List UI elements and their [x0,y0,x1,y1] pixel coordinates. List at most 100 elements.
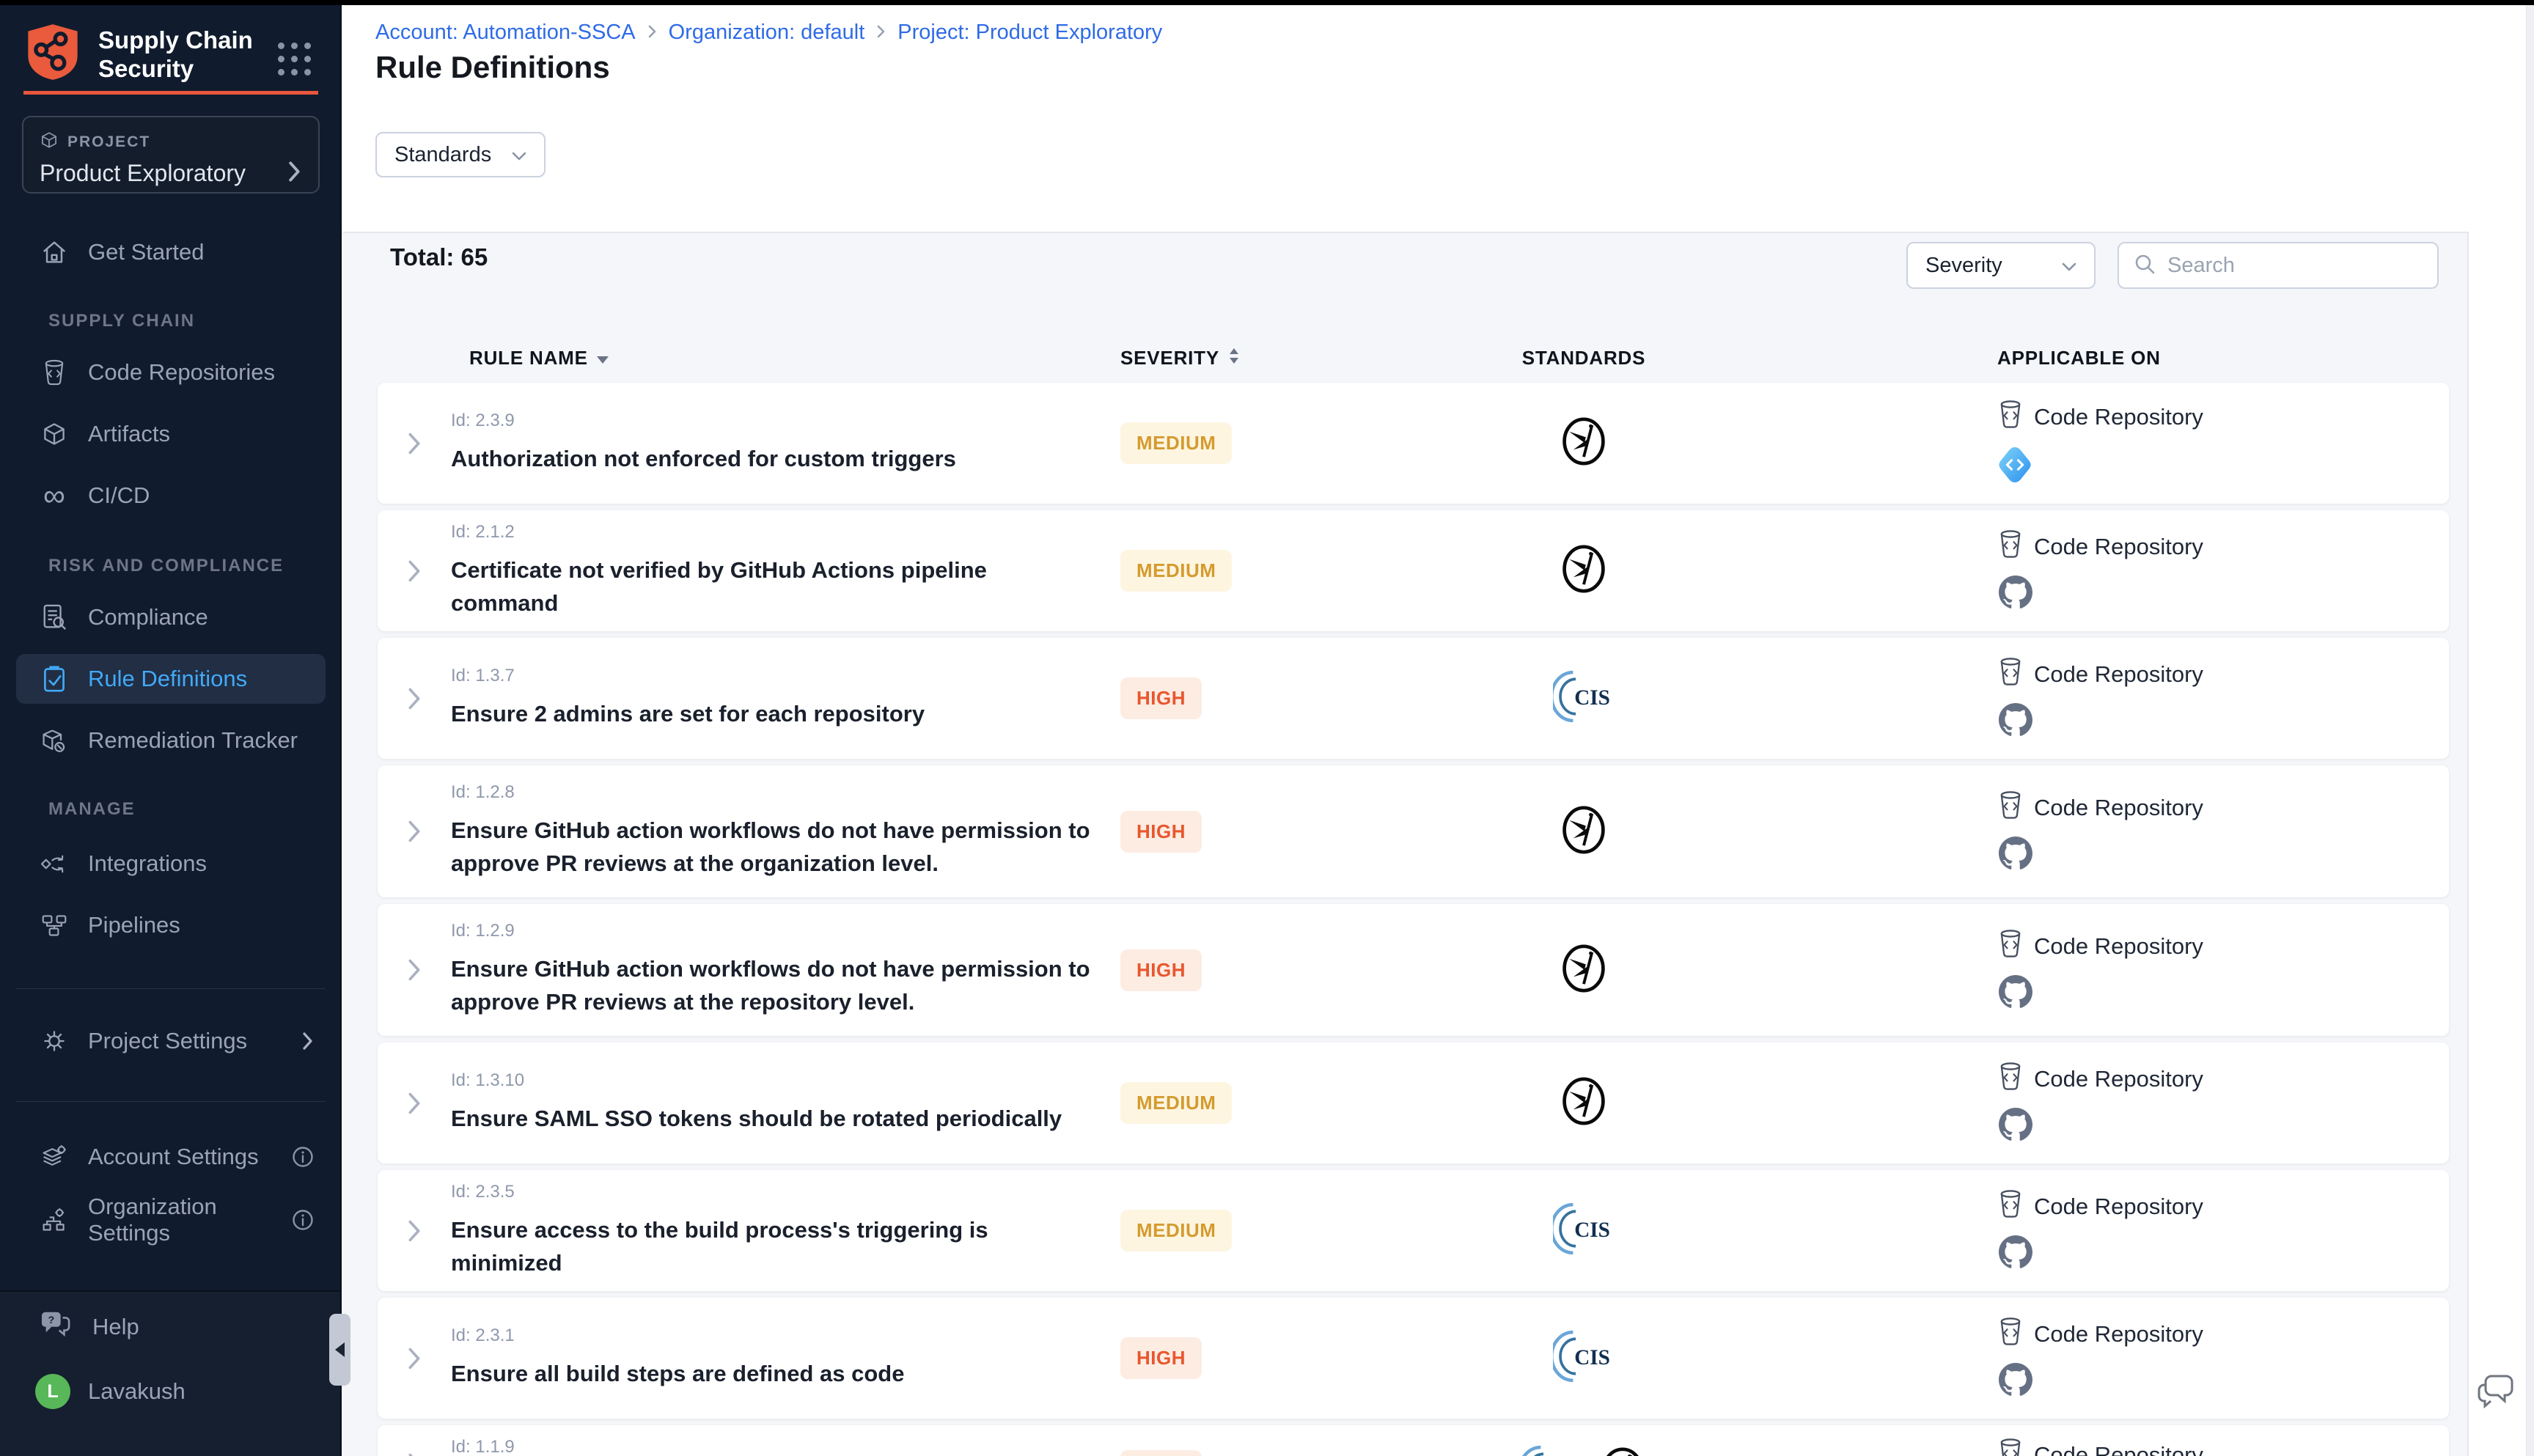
sidebar-item-rule-definitions[interactable]: Rule Definitions [16,654,326,704]
sidebar-item-label: Code Repositories [88,359,275,386]
code-repository-icon [1997,656,2024,693]
rule-name: Ensure SAML SSO tokens should be rotated… [451,1103,1098,1136]
severity-badge: HIGH [1120,1450,1202,1456]
sidebar-item-project-settings[interactable]: Project Settings [16,1016,326,1066]
expand-chevron-icon[interactable] [378,1346,451,1371]
owasp-icon [1560,543,1608,599]
sidebar-item-account-settings[interactable]: Account Settings [16,1132,326,1182]
app-switcher-grid-icon[interactable] [278,43,311,76]
chevron-right-icon [876,21,886,45]
project-name: Product Exploratory [40,160,246,187]
info-icon[interactable] [292,1146,314,1168]
clipboard-check-icon [40,664,69,694]
home-icon [40,238,69,266]
sidebar-item-artifacts[interactable]: Artifacts [16,409,326,459]
sort-both-icon[interactable] [1228,347,1240,369]
cube-icon [40,130,59,154]
table-row[interactable]: Id: 1.3.10Ensure SAML SSO tokens should … [378,1043,2449,1163]
sidebar-item-get-started[interactable]: Get Started [16,227,326,277]
sidebar-item-label: Remediation Tracker [88,727,298,754]
app-logo[interactable]: Supply Chain Security [25,22,282,86]
breadcrumb-project[interactable]: Project: Product Exploratory [897,21,1162,45]
sidebar-collapse-handle[interactable] [329,1314,350,1386]
table-row[interactable]: Id: 1.2.9Ensure GitHub action workflows … [378,904,2449,1036]
document-search-icon [40,603,69,631]
sidebar-section-risk-compliance: RISK AND COMPLIANCE [48,556,284,576]
sidebar: Supply Chain Security PROJECT Product Ex… [0,0,342,1456]
chevron-right-icon [647,21,657,45]
sort-desc-icon[interactable] [597,347,609,369]
chevron-down-icon [512,143,526,167]
rule-name: Ensure access to the build process's tri… [451,1214,1098,1280]
table-row[interactable]: Id: 1.1.9 HIGH Code Repository [378,1425,2449,1456]
sidebar-item-cicd[interactable]: ∞ CI/CD [16,471,326,521]
sidebar-item-compliance[interactable]: Compliance [16,592,326,642]
github-icon [1999,1363,2449,1400]
sidebar-item-label: Organization Settings [88,1194,273,1246]
expand-chevron-icon[interactable] [378,1091,451,1116]
github-icon [1999,837,2449,874]
github-icon [1999,576,2449,613]
search-input[interactable] [2167,254,2409,278]
box-wrench-icon [40,727,69,754]
column-severity[interactable]: SEVERITY [1120,347,1219,369]
github-icon [1999,703,2449,740]
sidebar-item-integrations[interactable]: Integrations [16,839,326,889]
main-content: Account: Automation-SSCA Organization: d… [343,0,2534,1456]
severity-filter-dropdown[interactable]: Severity [1906,242,2096,289]
table-row[interactable]: Id: 2.3.1Ensure all build steps are defi… [378,1298,2449,1419]
sidebar-item-pipelines[interactable]: Pipelines [16,900,326,950]
severity-badge: HIGH [1120,811,1202,853]
help-button[interactable]: ? Help [40,1309,139,1345]
search-icon [2134,253,2156,279]
table-row[interactable]: Id: 2.3.5Ensure access to the build proc… [378,1170,2449,1291]
svg-text:?: ? [48,1315,54,1326]
severity-badge: HIGH [1120,677,1202,719]
applicable-on-label: Code Repository [2034,1321,2203,1347]
applicable-on-label: Code Repository [2034,933,2203,960]
expand-chevron-icon[interactable] [378,559,451,584]
expand-chevron-icon[interactable] [378,957,451,982]
column-applicable-on: APPLICABLE ON [1997,347,2161,369]
chat-feedback-icon[interactable] [2475,1370,2518,1413]
table-row[interactable]: Id: 2.3.9Authorization not enforced for … [378,383,2449,504]
brand-accent-rule [23,91,318,95]
table-row[interactable]: Id: 2.1.2Certificate not verified by Git… [378,510,2449,631]
cube-icon [40,421,69,447]
divider [16,1101,326,1102]
expand-chevron-icon[interactable] [378,1218,451,1243]
applicable-on-label: Code Repository [2034,1066,2203,1092]
code-repository-icon [1997,928,2024,965]
expand-chevron-icon[interactable] [378,431,451,456]
breadcrumb-account[interactable]: Account: Automation-SSCA [375,21,636,45]
column-rule-name[interactable]: RULE NAME [469,347,588,369]
sidebar-item-code-repositories[interactable]: Code Repositories [16,348,326,397]
project-selector[interactable]: PROJECT Product Exploratory [22,116,320,194]
page-scrollbar[interactable] [2526,5,2534,1456]
cis-icon [1553,669,1615,727]
expand-chevron-icon[interactable] [378,1452,451,1456]
expand-chevron-icon[interactable] [378,819,451,844]
infinity-icon: ∞ [40,482,69,509]
expand-chevron-icon[interactable] [378,686,451,711]
owasp-icon [1560,804,1608,860]
code-repository-icon [1997,1437,2024,1456]
table-row[interactable]: Id: 1.2.8Ensure GitHub action workflows … [378,765,2449,897]
sidebar-section-manage: MANAGE [48,799,136,820]
breadcrumb-organization[interactable]: Organization: default [669,21,865,45]
applicable-on-label: Code Repository [2034,1442,2203,1456]
sidebar-item-remediation-tracker[interactable]: Remediation Tracker [16,716,326,765]
window-top-edge [0,0,2534,5]
chevron-right-icon [287,161,302,186]
table-row[interactable]: Id: 1.3.7Ensure 2 admins are set for eac… [378,638,2449,759]
rule-name: Authorization not enforced for custom tr… [451,443,1098,476]
user-menu[interactable]: L Lavakush [35,1374,186,1409]
sidebar-item-label: Compliance [88,604,208,630]
sidebar-item-label: Rule Definitions [88,666,247,692]
owasp-icon [1560,1075,1608,1131]
sidebar-item-organization-settings[interactable]: Organization Settings [16,1195,326,1245]
standards-filter-dropdown[interactable]: Standards [375,132,546,177]
info-icon[interactable] [292,1209,314,1231]
severity-filter-label: Severity [1925,254,2002,278]
owasp-icon [1598,1445,1647,1456]
